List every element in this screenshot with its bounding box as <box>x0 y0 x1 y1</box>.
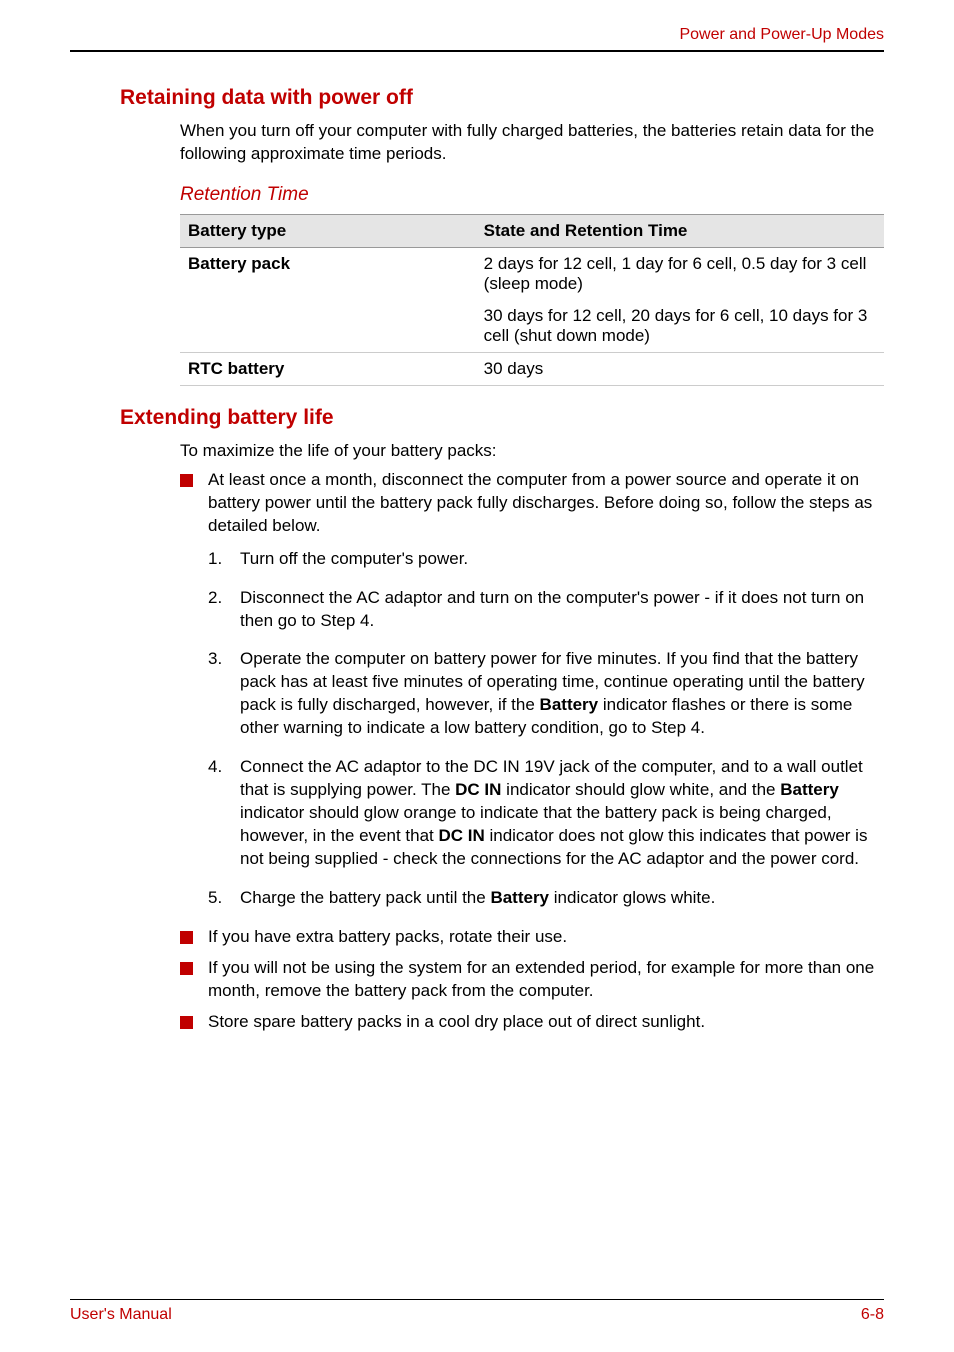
table-battery-pack-label: Battery pack <box>188 254 290 273</box>
table-rtc-label: RTC battery <box>188 359 284 378</box>
step-4-b1: DC IN <box>455 780 501 799</box>
list-item: Store spare battery packs in a cool dry … <box>180 1011 884 1034</box>
retention-table: Battery type State and Retention Time Ba… <box>180 214 884 386</box>
bullet-3-text: If you will not be using the system for … <box>208 958 874 1000</box>
list-item: Connect the AC adaptor to the DC IN 19V … <box>208 756 884 871</box>
list-item: Turn off the computer's power. <box>208 548 884 571</box>
step-1-text: Turn off the computer's power. <box>240 549 468 568</box>
step-4-mid1: indicator should glow white, and the <box>501 780 780 799</box>
table-cell <box>180 300 476 353</box>
step-4-b2: Battery <box>780 780 839 799</box>
list-item: Charge the battery pack until the Batter… <box>208 887 884 910</box>
footer-left: User's Manual <box>70 1306 172 1324</box>
table-cell: RTC battery <box>180 352 476 385</box>
section1-subheading: Retention Time <box>180 184 884 206</box>
table-header-retention: State and Retention Time <box>476 214 884 247</box>
step-3-bold: Battery <box>540 695 599 714</box>
table-header-battery-type: Battery type <box>180 214 476 247</box>
table-cell: 30 days <box>476 352 884 385</box>
table-cell: 2 days for 12 cell, 1 day for 6 cell, 0.… <box>476 247 884 300</box>
header-rule <box>70 50 884 52</box>
footer-right: 6-8 <box>861 1306 884 1324</box>
step-5-post: indicator glows white. <box>549 888 715 907</box>
list-item: If you have extra battery packs, rotate … <box>180 926 884 949</box>
bullet-4-text: Store spare battery packs in a cool dry … <box>208 1012 705 1031</box>
section2-heading: Extending battery life <box>120 406 884 430</box>
section1-intro: When you turn off your computer with ful… <box>180 120 884 166</box>
list-item: If you will not be using the system for … <box>180 957 884 1003</box>
list-item: Disconnect the AC adaptor and turn on th… <box>208 587 884 633</box>
bullet-2-text: If you have extra battery packs, rotate … <box>208 927 567 946</box>
section2-intro: To maximize the life of your battery pac… <box>180 440 884 463</box>
step-2-text: Disconnect the AC adaptor and turn on th… <box>240 588 864 630</box>
header-section-title: Power and Power-Up Modes <box>679 26 884 44</box>
footer: User's Manual 6-8 <box>70 1299 884 1324</box>
section1-heading: Retaining data with power off <box>120 86 884 110</box>
table-cell: 30 days for 12 cell, 20 days for 6 cell,… <box>476 300 884 353</box>
list-item: Operate the computer on battery power fo… <box>208 648 884 740</box>
bullet-1-text: At least once a month, disconnect the co… <box>208 470 872 535</box>
step-5-bold: Battery <box>490 888 549 907</box>
table-cell: Battery pack <box>180 247 476 300</box>
list-item: At least once a month, disconnect the co… <box>180 469 884 910</box>
step-4-b3: DC IN <box>438 826 484 845</box>
step-5-pre: Charge the battery pack until the <box>240 888 490 907</box>
